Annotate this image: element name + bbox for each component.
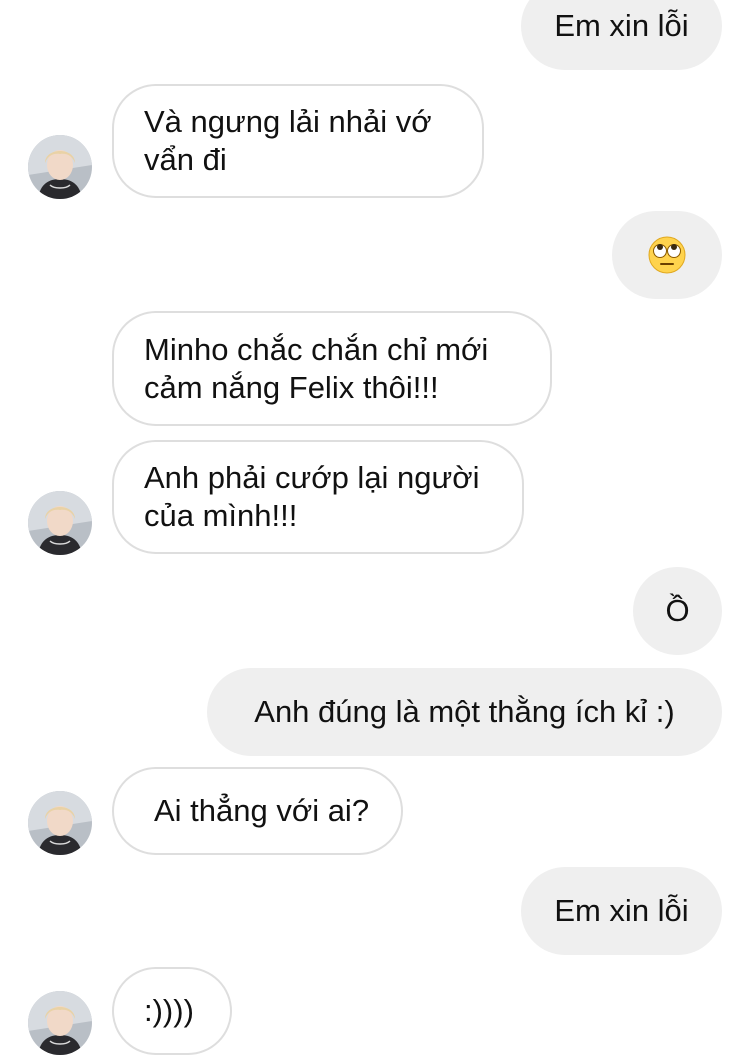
message-text: Em xin lỗi [554,8,689,43]
contact-avatar[interactable] [28,491,92,555]
incoming-message[interactable]: Và ngưng lải nhải vớ vẩn đi [112,84,484,198]
contact-avatar[interactable] [28,135,92,199]
avatar-image [28,491,92,555]
message-text: :)))) [144,993,194,1028]
outgoing-message[interactable]: Ồ [633,567,722,655]
incoming-message[interactable]: Anh phải cướp lại người của mình!!! [112,440,524,554]
outgoing-message[interactable]: Em xin lỗi [521,0,722,70]
message-text: Ồ [665,593,690,628]
message-text: Anh phải cướp lại người của mình!!! [144,460,480,533]
message-text: Minho chắc chắn chỉ mới cảm nắng Felix t… [144,331,489,405]
message-text: Và ngưng lải nhải vớ vẩn đi [144,104,432,177]
avatar-image [28,135,92,199]
outgoing-message[interactable]: Em xin lỗi [521,867,722,955]
avatar-image [28,991,92,1055]
message-text: Ai thẳng với ai? [154,793,370,828]
message-text: Em xin lỗi [554,893,689,928]
avatar-image [28,791,92,855]
message-text: Anh đúng là một thằng ích kỉ :) [254,694,675,729]
contact-avatar[interactable] [28,791,92,855]
contact-avatar[interactable] [28,991,92,1055]
incoming-message[interactable]: :)))) [112,967,232,1055]
outgoing-message[interactable]: Anh đúng là một thằng ích kỉ :) [207,668,722,756]
face-with-rolling-eyes-icon [648,198,686,312]
incoming-message[interactable]: Minho chắc chắn chỉ mới cảm nắng Felix t… [112,311,552,426]
outgoing-message[interactable] [612,211,722,299]
incoming-message[interactable]: Ai thẳng với ai? [112,767,403,855]
